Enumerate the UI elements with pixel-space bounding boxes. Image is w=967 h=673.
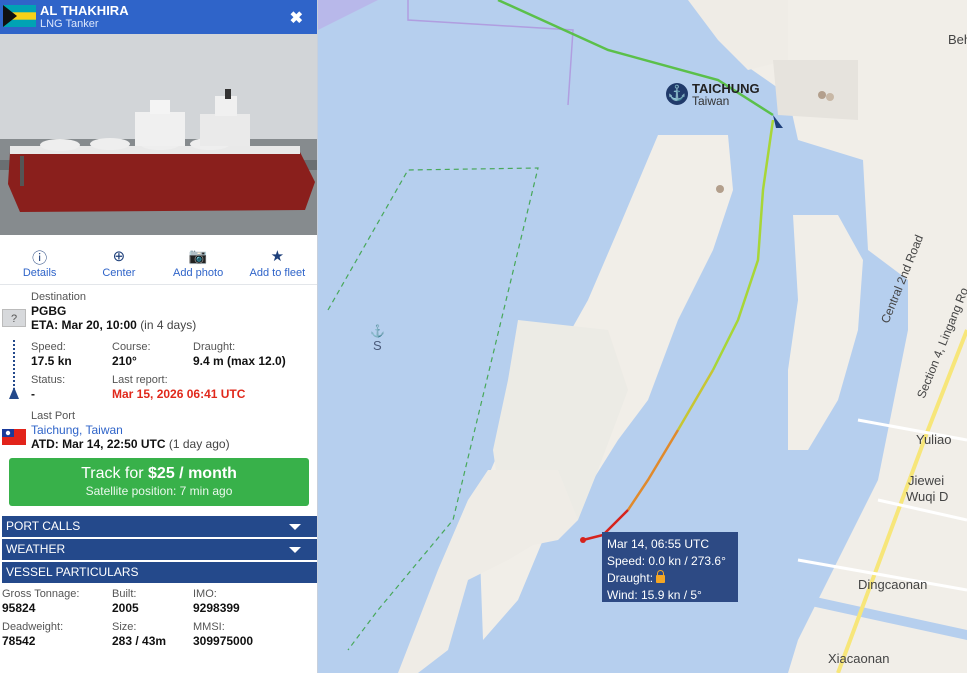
chevron-down-icon (289, 547, 301, 553)
add-photo-button[interactable]: 📷 Add photo (159, 235, 238, 284)
vessel-photo-image (0, 34, 317, 235)
crosshair-icon: ⊕ (112, 248, 126, 265)
atd-row: ATD: Mar 14, 22:50 UTC (1 day ago) (31, 437, 230, 451)
tooltip-draught: Draught: (607, 570, 733, 587)
vessel-photo[interactable] (0, 34, 317, 235)
size-value: 283 / 43m (112, 634, 167, 648)
map-label-beh: Beh (948, 32, 967, 47)
camera-icon: 📷 (188, 248, 208, 265)
map-label-xiacaonan: Xiacaonan (828, 651, 890, 666)
port-anchor-icon[interactable]: ⚓ (666, 83, 688, 105)
map-label-wuqi: Wuqi D (906, 489, 949, 504)
map-label-jiewei: Jiewei (908, 473, 945, 488)
map-label-dingcaonan: Dingcaonan (858, 577, 928, 592)
position-tooltip: Mar 14, 06:55 UTC Speed: 0.0 kn / 273.6°… (602, 532, 738, 602)
tooltip-wind: Wind: 15.9 kn / 5° (607, 588, 702, 602)
route-arrow-icon (9, 387, 19, 399)
tooltip-time: Mar 14, 06:55 UTC (607, 537, 710, 551)
center-button[interactable]: ⊕ Center (79, 235, 158, 284)
imo-label: IMO: (193, 588, 217, 600)
built-value: 2005 (112, 601, 139, 615)
eta-row: ETA: Mar 20, 10:00 (in 4 days) (31, 318, 197, 332)
course-value: 210° (112, 354, 137, 368)
speed-value: 17.5 kn (31, 354, 72, 368)
deadweight-label: Deadweight: (2, 621, 64, 633)
port-calls-section[interactable]: PORT CALLS (2, 516, 317, 537)
built-label: Built: (112, 588, 137, 600)
mmsi-label: MMSI: (193, 621, 225, 633)
gross-tonnage-label: Gross Tonnage: (2, 588, 80, 600)
draught-value: 9.4 m (max 12.0) (193, 354, 286, 368)
unknown-flag-icon: ? (2, 309, 26, 327)
map-label-s: S (373, 338, 382, 353)
deadweight-value: 78542 (2, 634, 36, 648)
destination-value[interactable]: PGBG (31, 304, 66, 318)
tooltip-speed: Speed: 0.0 kn / 273.6° (607, 554, 726, 568)
vessel-particulars-section[interactable]: VESSEL PARTICULARS (2, 562, 317, 583)
destination-label: Destination (31, 291, 87, 303)
track-price: Track for $25 / month (81, 465, 237, 482)
action-bar: ⓘ Details ⊕ Center 📷 Add photo ★ Add to … (0, 235, 317, 285)
weather-section[interactable]: WEATHER (2, 539, 317, 560)
track-subtitle: Satellite position: 7 min ago (85, 484, 233, 498)
chevron-down-icon (289, 524, 301, 530)
gross-tonnage-value: 95824 (2, 601, 36, 615)
course-label: Course: (112, 341, 151, 353)
vessel-name: AL THAKHIRA (40, 3, 129, 18)
size-label: Size: (112, 621, 137, 633)
last-port-link[interactable]: Taichung, Taiwan (31, 423, 123, 437)
lock-icon (656, 570, 666, 583)
status-value: - (31, 387, 35, 401)
draught-label: Draught: (193, 341, 236, 353)
port-country-label: Taiwan (692, 94, 730, 108)
map-view[interactable]: ⚓ TAICHUNG Taiwan ⚓ S Beh Central 2nd Ro… (318, 0, 967, 673)
bahamas-flag-icon (3, 5, 36, 27)
map-label-anchorage: ⚓ (370, 324, 385, 338)
last-port-label: Last Port (31, 410, 76, 422)
route-line (13, 340, 15, 394)
map-label-yuliao: Yuliao (916, 432, 952, 447)
close-icon[interactable]: ✖ (290, 8, 303, 28)
speed-label: Speed: (31, 341, 66, 353)
vessel-type: LNG Tanker (40, 18, 99, 30)
details-button[interactable]: ⓘ Details (0, 235, 79, 284)
track-button[interactable]: Track for $25 / month Satellite position… (9, 458, 309, 506)
taiwan-flag-icon (2, 429, 26, 445)
last-report-value: Mar 15, 2026 06:41 UTC (112, 387, 246, 401)
status-label: Status: (31, 374, 66, 386)
vessel-header: AL THAKHIRA LNG Tanker ✖ (0, 0, 317, 34)
mmsi-value: 309975000 (193, 634, 254, 648)
star-icon: ★ (270, 248, 285, 265)
add-to-fleet-button[interactable]: ★ Add to fleet (238, 235, 317, 284)
vessel-panel: AL THAKHIRA LNG Tanker ✖ ⓘ Details ⊕ Cen… (0, 0, 318, 673)
last-report-label: Last report: (112, 374, 168, 386)
imo-value: 9298399 (193, 601, 240, 615)
info-icon: ⓘ (32, 250, 48, 267)
